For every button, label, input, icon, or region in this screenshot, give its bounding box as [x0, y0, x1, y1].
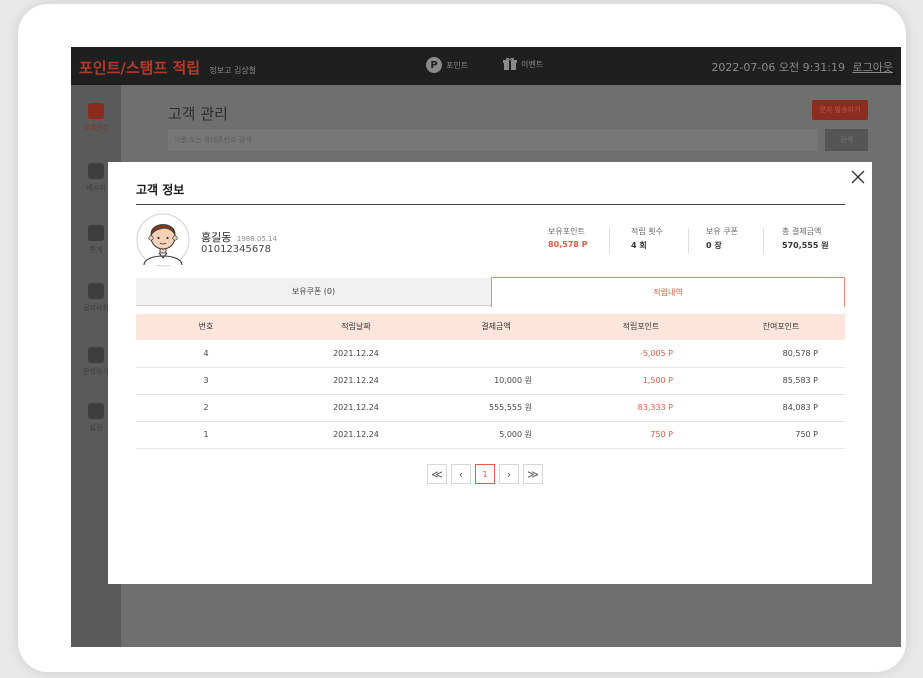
row-earned-points: 750 P	[650, 430, 673, 439]
stat-label: 보유포인트	[548, 227, 585, 236]
row-date: 2021.12.24	[333, 349, 379, 358]
last-page-button[interactable]: ≫	[523, 464, 543, 484]
sidebar-item-customers[interactable]: 고객관리	[71, 103, 121, 133]
stat-value: 0 장	[706, 241, 722, 250]
nav-points-label: 포인트	[446, 60, 469, 70]
divider	[136, 204, 845, 205]
table-row: 2 2021.12.24 555,555 원 83,333 P 84,083 P	[136, 394, 845, 422]
question-icon	[88, 347, 104, 363]
row-earned-points: 1,500 P	[642, 376, 673, 385]
stat-total-payment: 총 결제금액 570,555 원	[782, 226, 829, 251]
customer-name-text: 홍길동	[201, 231, 232, 244]
current-page-button[interactable]: 1	[475, 464, 495, 484]
column-header: 잔여포인트	[762, 322, 800, 331]
row-payment: 5,000 원	[499, 430, 532, 439]
search-button[interactable]: 검색	[825, 129, 868, 151]
column-header: 결제금액	[481, 322, 511, 331]
bar-chart-icon	[88, 225, 104, 241]
stat-coupons: 보유 쿠폰 0 장	[706, 226, 738, 251]
row-date: 2021.12.24	[333, 376, 379, 385]
stat-value: 80,578 P	[548, 240, 588, 249]
top-bar: 포인트/스탬프 적립 정보고 김상철 P 포인트 이벤트 2022-07-06 …	[71, 47, 901, 85]
datetime: 2022-07-06 오전 9:31:19 로그아웃	[711, 59, 893, 75]
next-page-button[interactable]: ›	[499, 464, 519, 484]
row-balance-points: 750 P	[795, 430, 818, 439]
sidebar-item-label: 메시지	[86, 184, 106, 192]
stat-label: 보유 쿠폰	[706, 227, 738, 236]
sidebar-item-label: 공지사항	[83, 304, 109, 312]
customer-info-modal: 고객 정보 홍길동 1988.05.14 01012345678 보유포인트 8…	[108, 162, 872, 584]
stat-divider	[763, 228, 764, 254]
pagination: ≪ ‹ 1 › ≫	[427, 464, 543, 484]
tab-history[interactable]: 적립내역	[491, 277, 845, 307]
brand-name: 포인트/스탬프 적립	[79, 59, 201, 77]
stat-visits: 적립 횟수 4 회	[631, 226, 663, 251]
stat-label: 총 결제금액	[782, 227, 822, 236]
row-date: 2021.12.24	[333, 430, 379, 439]
stat-points: 보유포인트 80,578 P	[548, 226, 588, 249]
page-title: 고객 관리	[168, 105, 228, 123]
send-sms-button[interactable]: 문자 발송하기	[812, 100, 868, 120]
row-payment: 10,000 원	[494, 376, 532, 385]
row-number: 3	[203, 376, 209, 385]
nav-event-label: 이벤트	[521, 59, 544, 69]
gift-icon	[503, 57, 517, 70]
avatar	[136, 213, 190, 267]
column-header: 적립날짜	[341, 322, 371, 331]
row-earned-points: -5,005 P	[639, 349, 673, 358]
stat-label: 적립 횟수	[631, 227, 663, 236]
gear-icon	[88, 403, 104, 419]
row-number: 4	[203, 349, 209, 358]
stat-divider	[609, 228, 610, 254]
row-payment: 555,555 원	[489, 403, 532, 412]
stat-value: 4 회	[631, 241, 647, 250]
modal-title: 고객 정보	[136, 183, 185, 197]
customer-name: 홍길동 1988.05.14	[201, 229, 277, 245]
row-date: 2021.12.24	[333, 403, 379, 412]
table-row: 3 2021.12.24 10,000 원 1,500 P 85,583 P	[136, 367, 845, 395]
prev-page-button[interactable]: ‹	[451, 464, 471, 484]
stat-value: 570,555 원	[782, 241, 829, 250]
envelope-icon	[88, 163, 104, 179]
customer-birth: 1988.05.14	[236, 235, 277, 243]
row-number: 1	[203, 430, 209, 439]
sidebar-item-label: 고객관리	[83, 124, 109, 132]
row-number: 2	[203, 403, 209, 412]
column-header: 적립포인트	[622, 322, 660, 331]
row-balance-points: 85,583 P	[782, 376, 818, 385]
close-icon[interactable]	[850, 169, 866, 185]
current-datetime: 2022-07-06 오전 9:31:19	[711, 61, 846, 74]
table-row: 4 2021.12.24 -5,005 P 80,578 P	[136, 340, 845, 368]
brand-title[interactable]: 포인트/스탬프 적립 정보고 김상철	[79, 57, 256, 78]
row-balance-points: 80,578 P	[782, 349, 818, 358]
sidebar-item-label: 문의하기	[83, 368, 109, 376]
column-header: 번호	[198, 322, 214, 331]
first-page-button[interactable]: ≪	[427, 464, 447, 484]
tab-coupons[interactable]: 보유쿠폰 (0)	[136, 278, 491, 306]
nav-points[interactable]: P 포인트	[426, 57, 468, 73]
device-frame: 포인트/스탬프 적립 정보고 김상철 P 포인트 이벤트 2022-07-06 …	[18, 4, 906, 672]
table-header: 번호 적립날짜 결제금액 적립포인트 잔여포인트	[136, 314, 845, 340]
search-input[interactable]: 이름 또는 휴대폰번호 검색	[168, 129, 818, 151]
sidebar-item-label: 설정	[89, 424, 103, 432]
customer-phone: 01012345678	[201, 244, 271, 255]
row-balance-points: 84,083 P	[782, 403, 818, 412]
sidebar-item-label: 통계	[89, 246, 103, 254]
row-earned-points: 83,333 P	[637, 403, 673, 412]
stat-divider	[688, 228, 689, 254]
points-icon: P	[426, 57, 442, 73]
logout-link[interactable]: 로그아웃	[853, 61, 893, 74]
table-row: 1 2021.12.24 5,000 원 750 P 750 P	[136, 421, 845, 449]
nav-event[interactable]: 이벤트	[503, 57, 543, 71]
bell-icon	[88, 283, 104, 299]
row-payment	[436, 340, 532, 367]
users-icon	[88, 103, 104, 119]
store-name: 정보고 김상철	[209, 66, 257, 75]
